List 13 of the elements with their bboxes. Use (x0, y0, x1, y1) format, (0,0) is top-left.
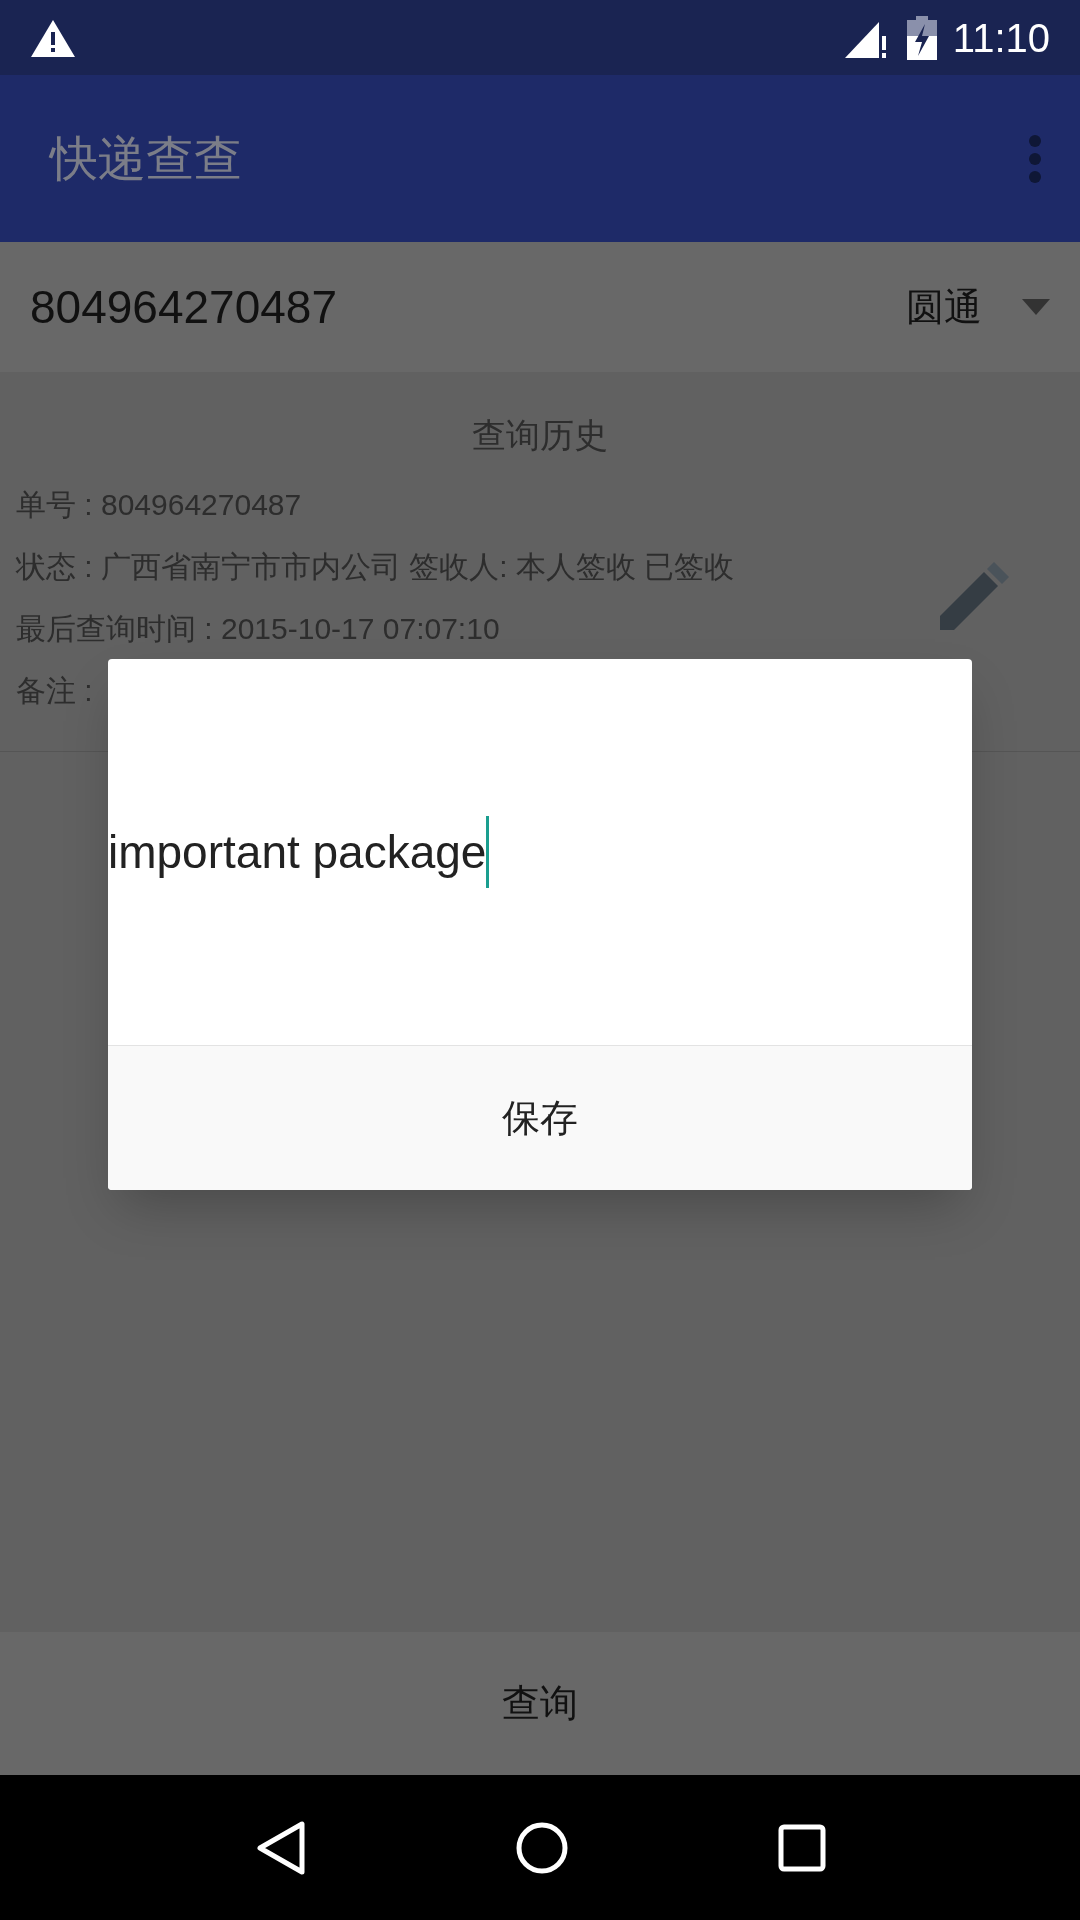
save-button[interactable]: 保存 (108, 1045, 972, 1190)
query-button[interactable]: 查询 (0, 1632, 1080, 1775)
home-icon[interactable] (515, 1820, 569, 1875)
input-field[interactable]: important package (108, 659, 972, 1045)
carrier-dropdown[interactable]: 圆通 (906, 278, 1050, 336)
app-title: 快递查查 (50, 130, 243, 187)
tracking-number-field[interactable]: 804964270487 (30, 272, 906, 342)
text-cursor (486, 816, 490, 888)
recents-icon[interactable] (777, 1823, 826, 1872)
dropdown-caret-icon (1022, 299, 1050, 315)
back-icon[interactable] (254, 1819, 307, 1876)
battery-charging-icon (906, 15, 937, 60)
status-time: 11:10 (952, 14, 1050, 62)
